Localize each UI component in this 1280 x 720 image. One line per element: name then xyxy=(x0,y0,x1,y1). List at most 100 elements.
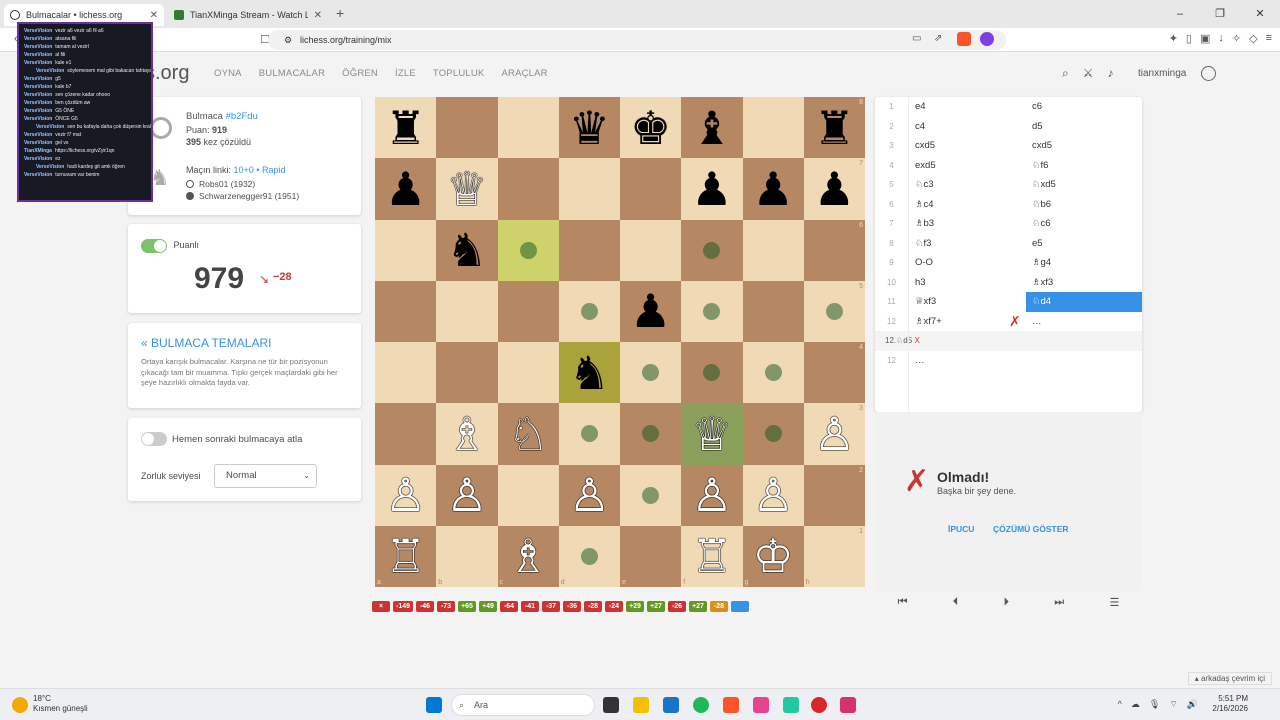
puzzle-result-chip[interactable]: -64 xyxy=(500,601,519,612)
volume-icon[interactable]: 🔊 xyxy=(1187,699,1198,710)
app-icon[interactable] xyxy=(783,697,799,713)
white-pawn-icon[interactable]: ♙ xyxy=(691,472,732,518)
prev-move-icon[interactable]: ⏴ xyxy=(953,596,959,616)
nav-play[interactable]: OYNA xyxy=(214,68,242,79)
menu-icon[interactable]: ≡ xyxy=(1266,32,1272,45)
network-icon[interactable]: ⌔ xyxy=(1169,699,1177,710)
white-queen-icon[interactable]: ♕ xyxy=(446,166,487,212)
square-a2[interactable]: ♙ xyxy=(375,464,437,526)
white-pawn-icon[interactable]: ♙ xyxy=(814,411,855,457)
black-rook-icon[interactable]: ♜ xyxy=(385,105,426,151)
black-move[interactable]: c6 xyxy=(1026,97,1142,117)
square-a4[interactable] xyxy=(375,342,437,404)
white-player[interactable]: Robs01 (1932) xyxy=(186,179,255,189)
square-h6[interactable]: 6 xyxy=(803,219,865,281)
square-g8[interactable] xyxy=(742,97,804,159)
square-e5[interactable]: ♟ xyxy=(620,280,682,342)
square-b5[interactable] xyxy=(436,280,498,342)
app-icon[interactable] xyxy=(753,697,769,713)
square-a1[interactable]: ♖ a xyxy=(375,525,437,587)
white-rook-icon[interactable]: ♖ xyxy=(691,533,732,579)
notification-icon[interactable]: ♪ xyxy=(1108,66,1114,81)
square-b3[interactable]: ♗ xyxy=(436,403,498,465)
nav-watch[interactable]: İZLE xyxy=(395,68,416,79)
square-b6[interactable]: ♞ xyxy=(436,219,498,281)
square-c5[interactable] xyxy=(497,280,559,342)
show-solution-button[interactable]: ÇÖZÜMÜ GÖSTER xyxy=(993,524,1069,534)
square-d4[interactable]: ♞ xyxy=(558,342,620,404)
square-h5[interactable]: 5 xyxy=(803,280,865,342)
square-a7[interactable]: ♟ xyxy=(375,158,437,220)
square-g2[interactable]: ♙ xyxy=(742,464,804,526)
black-move[interactable]: ♗g4 xyxy=(1026,253,1142,273)
square-d1[interactable]: d xyxy=(558,525,620,587)
tray-chevron-icon[interactable]: ^ xyxy=(1118,699,1122,710)
square-c1[interactable]: ♗ c xyxy=(497,525,559,587)
leo-icon[interactable]: ✧ xyxy=(1232,32,1241,45)
white-king-icon[interactable]: ♔ xyxy=(753,533,794,579)
black-pawn-icon[interactable]: ♟ xyxy=(753,166,794,212)
white-move[interactable]: h3 xyxy=(915,273,926,293)
white-move[interactable]: ♕xf3 xyxy=(915,292,936,312)
brave-taskbar-icon[interactable] xyxy=(723,697,739,713)
black-move[interactable]: … xyxy=(1026,312,1142,332)
square-a3[interactable] xyxy=(375,403,437,465)
white-move[interactable]: c4 xyxy=(915,117,925,137)
store-icon[interactable] xyxy=(663,697,679,713)
white-move[interactable]: ♘c3 xyxy=(915,175,934,195)
challenge-icon[interactable]: ⚔ xyxy=(1083,66,1094,81)
first-move-icon[interactable]: ⏮ xyxy=(898,596,908,616)
next-move-icon[interactable]: ⏵ xyxy=(1004,596,1010,616)
extensions-icon[interactable]: ✦ xyxy=(1169,32,1178,45)
puzzle-id-link[interactable]: #b2Fdu xyxy=(226,111,258,122)
square-d8[interactable]: ♛ xyxy=(558,97,620,159)
square-h4[interactable]: 4 xyxy=(803,342,865,404)
task-view-icon[interactable] xyxy=(603,697,619,713)
white-move[interactable]: e4 xyxy=(915,97,926,117)
square-c4[interactable] xyxy=(497,342,559,404)
white-pawn-icon[interactable]: ♙ xyxy=(753,472,794,518)
puzzle-result-chip[interactable]: -149 xyxy=(393,601,414,612)
site-info-icon[interactable]: ⚙ xyxy=(284,30,292,50)
difficulty-select[interactable]: Normal ⌄ xyxy=(214,464,317,488)
black-move[interactable]: ♘f6 xyxy=(1026,156,1142,176)
hint-button[interactable]: İPUCU xyxy=(948,524,974,534)
nav-tools[interactable]: ARAÇLAR xyxy=(501,68,547,79)
white-move[interactable]: O-O xyxy=(915,253,933,273)
square-h1[interactable]: 1h xyxy=(803,525,865,587)
nav-puzzles[interactable]: BULMACALAR xyxy=(259,68,325,79)
square-f4[interactable] xyxy=(681,342,743,404)
variation-line[interactable]: 12.♘d5 X xyxy=(875,331,1142,351)
black-knight-icon[interactable]: ♞ xyxy=(446,227,487,273)
brave-rewards-icon[interactable] xyxy=(980,32,994,46)
square-c8[interactable] xyxy=(497,97,559,159)
app-icon[interactable] xyxy=(811,697,827,713)
puzzle-result-chip[interactable]: +29 xyxy=(626,601,645,612)
move-dest-dot[interactable] xyxy=(642,425,660,443)
white-move[interactable]: ♘f3 xyxy=(915,234,931,254)
vpn-icon[interactable]: ◇ xyxy=(1249,32,1257,45)
move-dest-dot[interactable] xyxy=(642,364,660,382)
search-icon[interactable]: ⌕ xyxy=(1062,66,1069,81)
black-rook-icon[interactable]: ♜ xyxy=(814,105,855,151)
menu-hamburger-icon[interactable]: ☰ xyxy=(1109,596,1119,616)
white-queen-icon[interactable]: ♕ xyxy=(691,411,732,457)
square-f6[interactable] xyxy=(681,219,743,281)
brave-shield-icon[interactable] xyxy=(957,32,971,46)
square-e8[interactable]: ♚ xyxy=(620,97,682,159)
download-icon[interactable]: ↓ xyxy=(1218,32,1224,45)
square-a5[interactable] xyxy=(375,280,437,342)
square-d6[interactable] xyxy=(558,219,620,281)
black-move[interactable]: ♘c6 xyxy=(1026,214,1142,234)
square-h2[interactable]: 2 xyxy=(803,464,865,526)
cast-icon[interactable]: ▭ xyxy=(912,33,921,44)
square-f7[interactable]: ♟ xyxy=(681,158,743,220)
tab-stream[interactable]: TianXMinga Stream - Watch Live on ✕ xyxy=(168,4,328,26)
last-move-icon[interactable]: ⏭ xyxy=(1054,596,1064,616)
white-bishop-icon[interactable]: ♗ xyxy=(508,533,549,579)
puzzle-result-chip[interactable]: -26 xyxy=(668,601,687,612)
puzzle-result-chip[interactable]: +65 xyxy=(458,601,477,612)
square-h7[interactable]: ♟ 7 xyxy=(803,158,865,220)
white-bishop-icon[interactable]: ♗ xyxy=(446,411,487,457)
chessboard[interactable]: ♜ ♛ ♚ ♝ ♜ 8 ♟ ♕ ♟ ♟ ♟ 7 ♞ 6 ♟ 5 ♞ 4 ♗ ♘ ♕ ♙ 3 ♙ ♙ ♙ ♙ ♙ 2 ♖ a b ♗ c d e ♖ f ♔ g… xyxy=(375,97,865,587)
